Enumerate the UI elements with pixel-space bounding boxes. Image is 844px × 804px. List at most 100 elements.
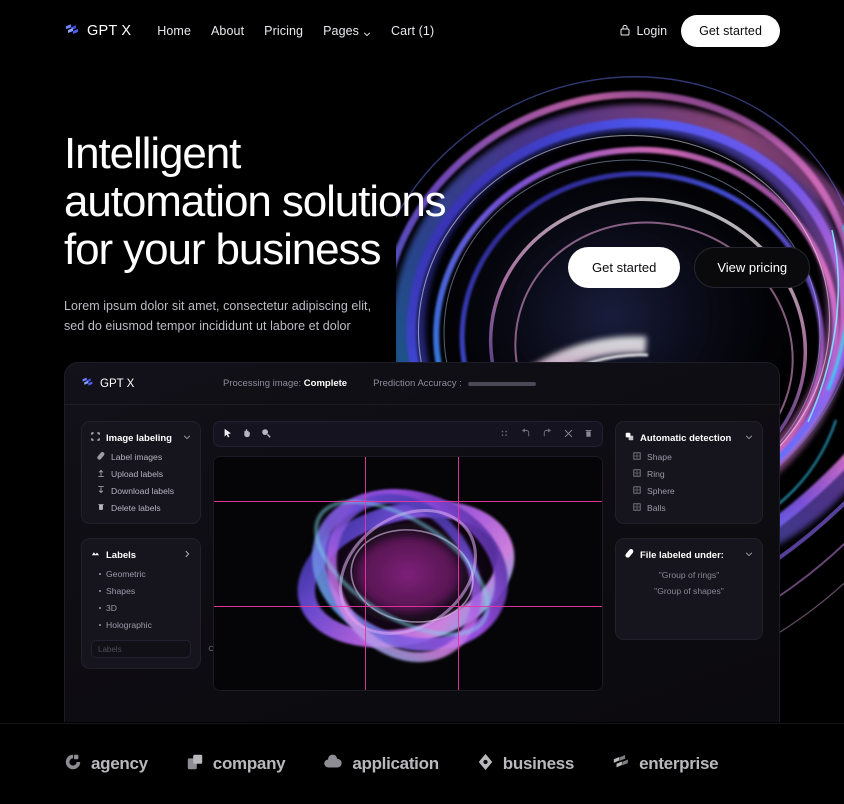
nav-link-cart[interactable]: Cart (1)	[391, 24, 434, 38]
hand-icon[interactable]	[242, 425, 252, 443]
prediction-accuracy: Prediction Accuracy :	[373, 378, 536, 389]
chevron-down-icon[interactable]	[183, 433, 191, 444]
label-item-label: Shapes	[106, 586, 136, 596]
menu-item-download-labels[interactable]: Download labels	[91, 486, 191, 496]
file-label-value: "Group of shapes"	[654, 586, 724, 596]
hero-title-line-1: Intelligent	[64, 129, 241, 178]
automatic-detection-list: Shape Ring Sphere Balls	[625, 452, 753, 513]
logo-label: company	[212, 754, 286, 773]
nav-right-group: Login Get started	[620, 0, 780, 62]
menu-item-delete-labels[interactable]: Delete labels	[91, 503, 191, 513]
magnifier-icon[interactable]	[261, 425, 271, 443]
hero-section: Intelligent automation solutions for you…	[64, 129, 447, 336]
file-labeled-under-header[interactable]: File labeled under:	[625, 549, 753, 561]
bullet-dot-icon	[99, 607, 101, 609]
label-item-geometric[interactable]: Geometric	[91, 569, 191, 579]
nav-link-about[interactable]: About	[211, 24, 244, 38]
labels-header[interactable]: Labels	[91, 549, 191, 561]
crop-frame-icon	[91, 432, 100, 444]
nav-link-label: Home	[157, 24, 191, 38]
menu-item-upload-labels[interactable]: Upload labels	[91, 469, 191, 479]
frame-icon	[633, 452, 641, 462]
gptx-logo-icon	[64, 21, 80, 42]
nav-left-group: GPT X Home About Pricing Pages Cart (1)	[64, 21, 434, 42]
detect-item-balls[interactable]: Balls	[625, 503, 753, 513]
close-x-icon[interactable]	[564, 425, 573, 443]
processing-status: Processing image: Complete	[223, 378, 347, 389]
tag-icon	[97, 452, 105, 462]
file-labeled-under-values: "Group of rings" "Group of shapes"	[625, 570, 753, 596]
blocks-icon	[612, 753, 630, 776]
cloud-icon	[323, 753, 343, 776]
brand-logo[interactable]: GPT X	[64, 21, 131, 42]
hero-subtitle: Lorem ipsum dolor sit amet, consectetur …	[64, 296, 446, 336]
nav-link-label: Pages	[323, 24, 360, 38]
two-squares-icon	[186, 753, 204, 776]
menu-item-label: Download labels	[111, 486, 175, 496]
labeling-canvas[interactable]	[213, 456, 603, 691]
nav-link-label: Cart (1)	[391, 24, 435, 38]
label-item-shapes[interactable]: Shapes	[91, 586, 191, 596]
logo-label: enterprise	[639, 754, 719, 773]
canvas-artwork	[214, 457, 602, 690]
bbox-line-left	[365, 457, 367, 690]
nav-links: Home About Pricing Pages Cart (1)	[157, 24, 434, 38]
canvas-toolbar	[213, 421, 603, 447]
hero-subtitle-line-1: Lorem ipsum dolor sit amet, consectetur …	[64, 299, 372, 313]
nav-link-pricing[interactable]: Pricing	[264, 24, 303, 38]
labels-search-box[interactable]	[91, 640, 216, 658]
nav-link-pages[interactable]: Pages	[323, 24, 371, 38]
diamond-icon	[477, 753, 494, 776]
detect-item-ring[interactable]: Ring	[625, 469, 753, 479]
landing-page: GPT X Home About Pricing Pages Cart (1) …	[0, 0, 844, 804]
partner-logo-strip: agency company application business ente…	[0, 723, 844, 804]
trash-icon	[97, 503, 105, 513]
page-title: Intelligent automation solutions for you…	[64, 129, 447, 274]
app-brand: GPT X	[81, 375, 134, 393]
grid-dots-icon[interactable]	[500, 425, 509, 443]
lock-icon	[620, 24, 630, 39]
login-button[interactable]: Login	[620, 24, 667, 39]
cursor-arrow-icon[interactable]	[223, 425, 233, 443]
detect-item-sphere[interactable]: Sphere	[625, 486, 753, 496]
get-started-button[interactable]: Get started	[681, 15, 780, 47]
menu-item-label-images[interactable]: Label images	[91, 452, 191, 462]
frame-icon	[633, 486, 641, 496]
detect-item-shape[interactable]: Shape	[625, 452, 753, 462]
logo-label: application	[352, 754, 439, 773]
bullet-dot-icon	[99, 573, 101, 575]
frame-icon	[633, 469, 641, 479]
gptx-logo-icon	[81, 375, 94, 393]
app-body: Image labeling Label images Upload label…	[65, 405, 779, 707]
app-preview-panel: GPT X Processing image: Complete Predict…	[64, 362, 780, 722]
labels-list: Geometric Shapes 3D Holographic	[91, 569, 191, 630]
chevron-down-icon[interactable]	[745, 433, 753, 444]
trash-icon[interactable]	[584, 425, 593, 443]
nav-link-home[interactable]: Home	[157, 24, 191, 38]
redo-icon[interactable]	[542, 425, 553, 443]
logo-business: business	[477, 753, 574, 776]
chevron-down-icon[interactable]	[745, 550, 753, 561]
label-item-label: 3D	[106, 603, 117, 613]
undo-icon[interactable]	[520, 425, 531, 443]
brand-name: GPT X	[87, 23, 132, 39]
hero-view-pricing-button[interactable]: View pricing	[694, 247, 811, 288]
automatic-detection-header[interactable]: Automatic detection	[625, 432, 753, 444]
logo-application: application	[323, 753, 439, 776]
nav-link-label: Pricing	[264, 24, 304, 38]
automatic-detection-card: Automatic detection Shape Ring Sphere Ba…	[615, 421, 763, 524]
chevron-right-icon[interactable]	[183, 550, 191, 561]
label-item-holographic[interactable]: Holographic	[91, 620, 191, 630]
image-labeling-header[interactable]: Image labeling	[91, 432, 191, 444]
hero-title-line-3: for your business	[64, 225, 381, 274]
app-header: GPT X Processing image: Complete Predict…	[65, 363, 779, 405]
toolbar-right-tools	[500, 425, 593, 443]
label-item-3d[interactable]: 3D	[91, 603, 191, 613]
search-input[interactable]	[98, 644, 208, 654]
hero-get-started-button[interactable]: Get started	[568, 247, 681, 288]
login-label: Login	[636, 24, 668, 38]
app-canvas-column	[213, 421, 603, 691]
processing-label: Processing image:	[223, 378, 302, 389]
label-item-label: Holographic	[106, 620, 152, 630]
file-label-value: "Group of rings"	[658, 570, 720, 580]
